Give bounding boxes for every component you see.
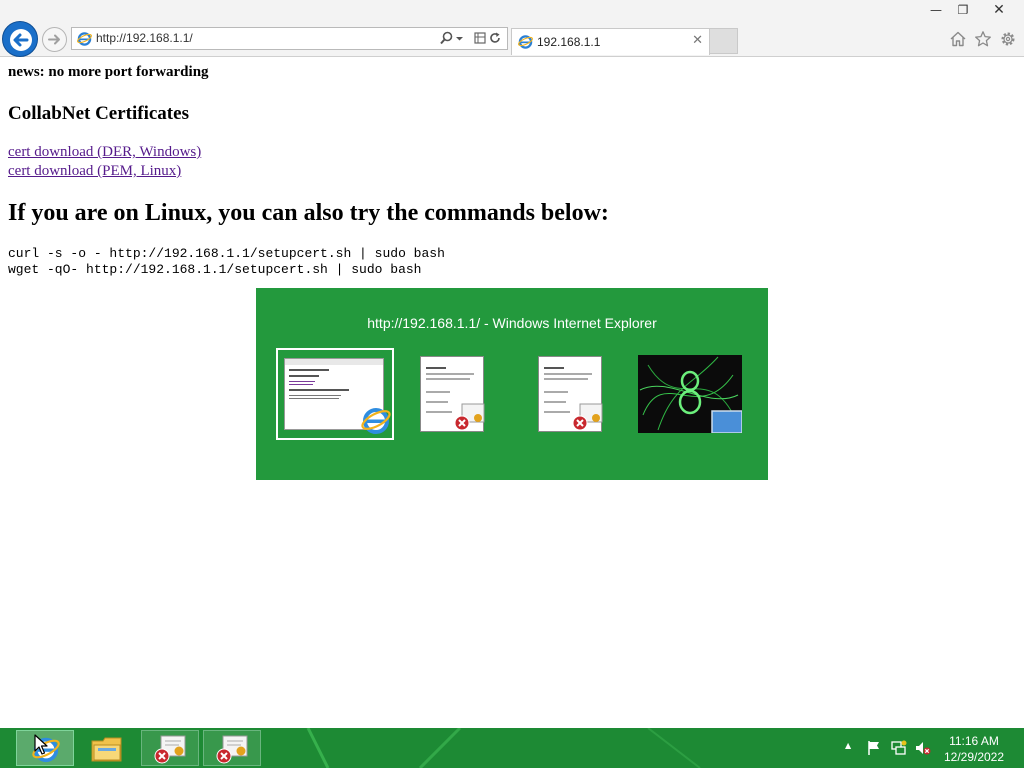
forward-button[interactable] [42, 27, 67, 52]
action-center-flag-icon[interactable] [866, 740, 882, 756]
network-icon[interactable] [891, 740, 907, 756]
ie-page-icon [77, 32, 92, 46]
address-url[interactable]: http://192.168.1.1/ [96, 31, 193, 45]
internet-explorer-icon [361, 408, 391, 434]
minimize-button[interactable]: — [922, 0, 950, 20]
ie-page-icon [518, 35, 533, 49]
tab-title: 192.168.1.1 [537, 35, 601, 49]
curl-command: curl -s -o - http://192.168.1.1/setupcer… [8, 246, 445, 261]
compatibility-icon[interactable] [473, 31, 487, 45]
system-clock[interactable]: 11:16 AM 12/29/2022 [936, 733, 1012, 765]
certificate-error-icon [216, 735, 248, 764]
certificates-heading: CollabNet Certificates [8, 103, 189, 124]
volume-muted-icon[interactable] [915, 740, 931, 756]
taskbar-certificate-1-button[interactable] [141, 730, 199, 766]
news-text: news: no more port forwarding [8, 64, 209, 80]
clock-date: 12/29/2022 [943, 750, 1005, 764]
taskbar: ▲ 11:16 AM 12/29/2022 [0, 728, 1024, 768]
taskbar-certificate-2-button[interactable] [203, 730, 261, 766]
taskbar-file-explorer-button[interactable] [78, 730, 136, 766]
folder-icon [91, 737, 122, 762]
new-tab-button[interactable] [710, 28, 738, 54]
browser-chrome: — ❐ ✕ http://192.168.1.1/ 192.168.1.1 ✕ [0, 0, 1024, 57]
certificate-error-icon [154, 735, 186, 764]
search-icon[interactable] [440, 31, 454, 45]
tab-close-button[interactable]: ✕ [692, 33, 703, 48]
switcher-item-certificate-1[interactable] [420, 354, 486, 432]
tools-gear-icon[interactable] [999, 30, 1017, 48]
address-bar[interactable]: http://192.168.1.1/ [71, 27, 508, 50]
back-arrow-icon [10, 29, 32, 51]
show-hidden-icons-icon[interactable]: ▲ [845, 741, 861, 757]
mouse-cursor-icon [34, 734, 48, 755]
home-icon[interactable] [949, 30, 967, 48]
certificate-error-icon [572, 403, 603, 431]
forward-arrow-icon [48, 34, 60, 45]
close-window-button[interactable]: ✕ [976, 0, 1022, 20]
cert-download-pem-link[interactable]: cert download (PEM, Linux) [8, 163, 181, 180]
wget-command: wget -qO- http://192.168.1.1/setupcert.s… [8, 262, 422, 277]
clock-time: 11:16 AM [949, 734, 999, 748]
switcher-item-certificate-2[interactable] [538, 354, 604, 432]
tab-active[interactable]: 192.168.1.1 ✕ [511, 28, 710, 55]
cert-download-der-link[interactable]: cert download (DER, Windows) [8, 144, 201, 161]
task-switcher: http://192.168.1.1/ - Windows Internet E… [256, 288, 768, 480]
refresh-icon[interactable] [488, 31, 502, 45]
dropdown-icon[interactable] [455, 31, 464, 45]
favorites-star-icon[interactable] [974, 30, 992, 48]
back-button[interactable] [2, 21, 38, 57]
certificate-error-icon [454, 403, 485, 431]
linux-commands-heading: If you are on Linux, you can also try th… [8, 200, 609, 226]
task-switcher-title: http://192.168.1.1/ - Windows Internet E… [367, 315, 657, 331]
switcher-item-ie-window[interactable] [276, 348, 394, 440]
desktop-wallpaper-thumbnail [639, 356, 743, 434]
switcher-item-desktop[interactable] [638, 355, 743, 434]
restore-button[interactable]: ❐ [950, 0, 976, 20]
